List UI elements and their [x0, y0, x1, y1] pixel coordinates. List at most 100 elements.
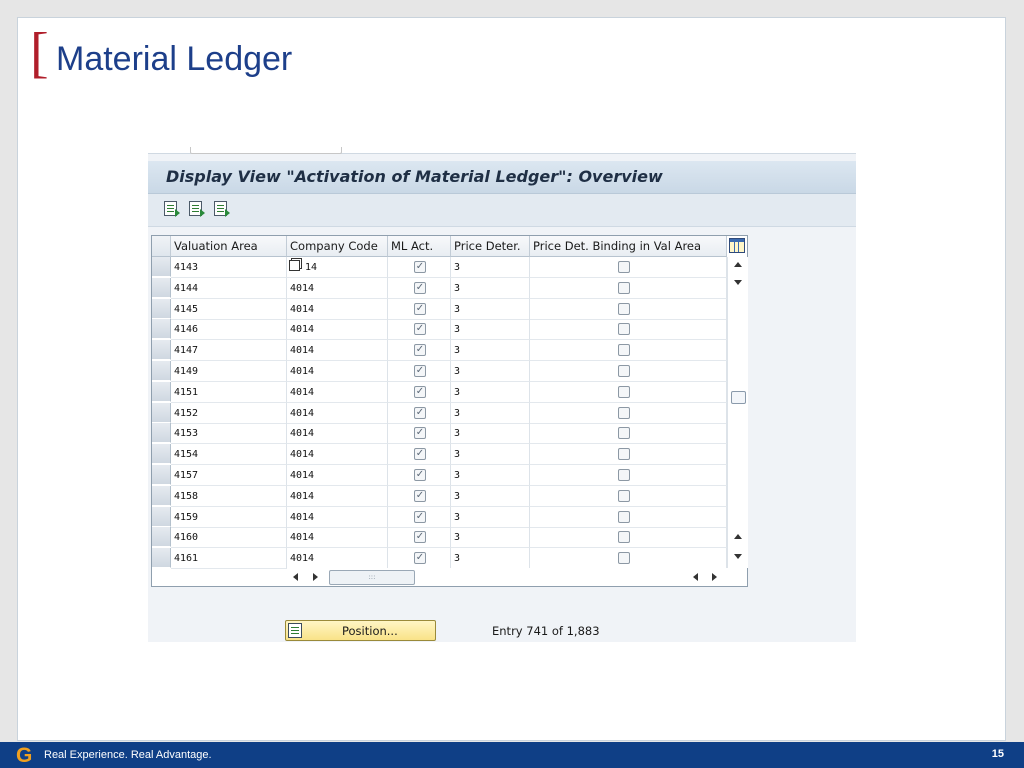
- cell-price-deter[interactable]: 3: [451, 527, 530, 549]
- ml-act-checkbox[interactable]: ✓: [414, 469, 426, 481]
- price-binding-checkbox[interactable]: [618, 323, 630, 336]
- cell-price-deter[interactable]: 3: [451, 257, 530, 278]
- vertical-scrollbar[interactable]: [727, 257, 748, 568]
- price-binding-checkbox[interactable]: [618, 489, 630, 502]
- ml-act-checkbox[interactable]: ✓: [414, 365, 426, 377]
- cell-valuation-area[interactable]: 4153: [171, 423, 287, 445]
- cell-company-code[interactable]: 4014: [287, 465, 388, 486]
- cell-price-deter[interactable]: 3: [451, 340, 530, 362]
- row-selector[interactable]: [152, 381, 171, 402]
- cell-company-code[interactable]: 4014: [287, 340, 388, 362]
- cell-company-code[interactable]: 14: [287, 257, 388, 278]
- ml-act-checkbox[interactable]: ✓: [414, 261, 426, 273]
- row-selector[interactable]: [152, 319, 171, 340]
- scroll-left-icon[interactable]: [293, 573, 298, 581]
- price-binding-checkbox[interactable]: [618, 531, 630, 544]
- cell-valuation-area[interactable]: 4151: [171, 381, 287, 403]
- cell-company-code[interactable]: 4014: [287, 527, 388, 549]
- row-selector[interactable]: [152, 465, 171, 485]
- ml-act-checkbox[interactable]: ✓: [414, 448, 426, 461]
- price-binding-checkbox[interactable]: [618, 469, 630, 481]
- page-up-icon[interactable]: [734, 534, 742, 539]
- cell-price-deter[interactable]: 3: [451, 506, 530, 528]
- price-binding-checkbox[interactable]: [618, 552, 630, 565]
- next-entry-icon[interactable]: [214, 201, 230, 217]
- price-binding-checkbox[interactable]: [618, 406, 630, 419]
- cell-price-deter[interactable]: 3: [451, 298, 530, 320]
- row-selector[interactable]: [152, 277, 171, 298]
- ml-act-checkbox[interactable]: ✓: [414, 281, 426, 294]
- cell-valuation-area[interactable]: 4143: [171, 257, 287, 278]
- ml-act-checkbox[interactable]: ✓: [414, 385, 426, 398]
- row-selector[interactable]: [152, 485, 171, 506]
- col-price-det-binding[interactable]: Price Det. Binding in Val Area: [530, 236, 727, 257]
- price-binding-checkbox[interactable]: [618, 302, 630, 315]
- row-selector[interactable]: [152, 402, 171, 423]
- cell-valuation-area[interactable]: 4160: [171, 527, 287, 549]
- row-selector[interactable]: [152, 548, 171, 569]
- row-selector[interactable]: [152, 257, 171, 277]
- col-valuation-area[interactable]: Valuation Area: [171, 236, 287, 257]
- scroll-right-end-icon[interactable]: [712, 573, 717, 581]
- ml-act-checkbox[interactable]: ✓: [414, 323, 426, 336]
- cell-valuation-area[interactable]: 4159: [171, 506, 287, 528]
- row-selector[interactable]: [152, 527, 171, 548]
- cell-company-code[interactable]: 4014: [287, 444, 388, 466]
- scroll-right-icon[interactable]: [313, 573, 318, 581]
- price-binding-checkbox[interactable]: [618, 385, 630, 398]
- cell-price-deter[interactable]: 3: [451, 381, 530, 403]
- col-company-code[interactable]: Company Code: [287, 236, 388, 257]
- row-selector[interactable]: [152, 423, 171, 444]
- possible-entries-icon[interactable]: [289, 260, 300, 271]
- cell-company-code[interactable]: 4014: [287, 361, 388, 382]
- price-binding-checkbox[interactable]: [618, 365, 630, 377]
- ml-act-checkbox[interactable]: ✓: [414, 427, 426, 440]
- ml-act-checkbox[interactable]: ✓: [414, 302, 426, 315]
- cell-company-code[interactable]: 4014: [287, 485, 388, 507]
- cell-company-code[interactable]: 4014: [287, 298, 388, 320]
- scroll-thumb[interactable]: [731, 391, 746, 404]
- scroll-down-icon[interactable]: [734, 280, 742, 285]
- price-binding-checkbox[interactable]: [618, 427, 630, 440]
- row-selector[interactable]: [152, 444, 171, 465]
- ml-act-checkbox[interactable]: ✓: [414, 531, 426, 544]
- select-all-header[interactable]: [152, 236, 171, 257]
- cell-price-deter[interactable]: 3: [451, 277, 530, 299]
- ml-act-checkbox[interactable]: ✓: [414, 489, 426, 502]
- col-price-deter[interactable]: Price Deter.: [451, 236, 530, 257]
- details-icon[interactable]: [164, 201, 180, 217]
- previous-entry-icon[interactable]: [189, 201, 205, 217]
- cell-valuation-area[interactable]: 4157: [171, 465, 287, 486]
- cell-valuation-area[interactable]: 4147: [171, 340, 287, 362]
- cell-price-deter[interactable]: 3: [451, 319, 530, 341]
- row-selector[interactable]: [152, 340, 171, 361]
- ml-act-checkbox[interactable]: ✓: [414, 552, 426, 565]
- price-binding-checkbox[interactable]: [618, 281, 630, 294]
- cell-valuation-area[interactable]: 4149: [171, 361, 287, 382]
- price-binding-checkbox[interactable]: [618, 261, 630, 273]
- col-ml-act[interactable]: ML Act.: [388, 236, 451, 257]
- cell-company-code[interactable]: 4014: [287, 506, 388, 528]
- cell-valuation-area[interactable]: 4146: [171, 319, 287, 341]
- scroll-left-end-icon[interactable]: [693, 573, 698, 581]
- cell-valuation-area[interactable]: 4145: [171, 298, 287, 320]
- row-selector[interactable]: [152, 298, 171, 319]
- ml-act-checkbox[interactable]: ✓: [414, 344, 426, 357]
- ml-act-checkbox[interactable]: ✓: [414, 406, 426, 419]
- cell-company-code[interactable]: 4014: [287, 277, 388, 299]
- row-selector[interactable]: [152, 361, 171, 381]
- cell-valuation-area[interactable]: 4144: [171, 277, 287, 299]
- cell-price-deter[interactable]: 3: [451, 444, 530, 466]
- cell-price-deter[interactable]: 3: [451, 402, 530, 424]
- price-binding-checkbox[interactable]: [618, 510, 630, 523]
- row-selector[interactable]: [152, 506, 171, 527]
- price-binding-checkbox[interactable]: [618, 344, 630, 357]
- cell-price-deter[interactable]: 3: [451, 361, 530, 382]
- cell-price-deter[interactable]: 3: [451, 548, 530, 570]
- scroll-up-icon[interactable]: [734, 262, 742, 267]
- page-down-icon[interactable]: [734, 554, 742, 559]
- cell-company-code[interactable]: 4014: [287, 319, 388, 341]
- cell-valuation-area[interactable]: 4161: [171, 548, 287, 570]
- cell-company-code[interactable]: 4014: [287, 381, 388, 403]
- cell-valuation-area[interactable]: 4158: [171, 485, 287, 507]
